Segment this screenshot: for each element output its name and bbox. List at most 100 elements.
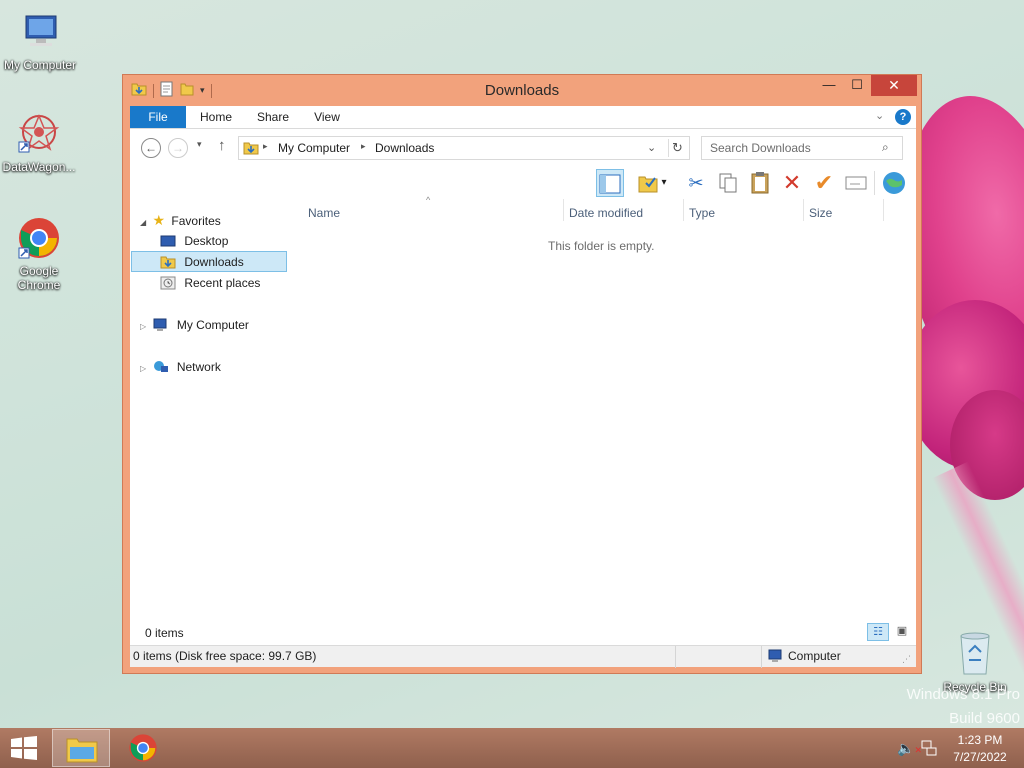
column-header-name[interactable]: Name: [308, 203, 340, 223]
column-header-type[interactable]: Type: [689, 203, 715, 223]
toolbar-divider: [874, 171, 875, 195]
tray-time[interactable]: 1:23 PM: [940, 733, 1020, 747]
taskbar: 🔈✕ 1:23 PM 7/27/2022: [0, 728, 1024, 768]
ribbon-tab-bar: File Home Share View ⌄ ?: [130, 106, 916, 129]
column-divider[interactable]: [563, 199, 564, 221]
datawagon-icon: [17, 112, 61, 156]
details-bar: 0 items ☷ ▣: [130, 619, 916, 645]
search-input[interactable]: Search Downloads: [710, 141, 811, 155]
column-divider[interactable]: [883, 199, 884, 221]
nav-my-computer[interactable]: ▷ My Computer: [140, 315, 249, 336]
nav-downloads-label: Downloads: [184, 255, 244, 269]
resize-grip-icon[interactable]: ⋰: [902, 654, 911, 665]
search-box[interactable]: Search Downloads ⌕: [701, 136, 903, 160]
column-divider[interactable]: [803, 199, 804, 221]
chrome-icon: [17, 216, 61, 260]
rename-checkmark-icon[interactable]: ✔: [810, 169, 838, 197]
nav-favorites[interactable]: ◢ ★ Favorites: [140, 210, 221, 231]
nav-network-label: Network: [176, 360, 221, 374]
help-icon[interactable]: ?: [895, 109, 911, 125]
tab-home[interactable]: Home: [190, 106, 242, 128]
taskbar-file-explorer[interactable]: [52, 729, 110, 767]
forward-button[interactable]: →: [168, 138, 188, 158]
column-header-size[interactable]: Size: [809, 203, 832, 223]
preview-pane-icon[interactable]: [596, 169, 624, 197]
column-divider[interactable]: [683, 199, 684, 221]
maximize-button[interactable]: ☐: [843, 75, 871, 96]
cut-icon[interactable]: ✂: [682, 169, 710, 197]
expanded-arrow-icon[interactable]: ◢: [140, 218, 146, 227]
status-text: 0 items (Disk free space: 99.7 GB): [133, 649, 317, 663]
os-watermark-edition: Windows 8.1 Pro: [906, 686, 1020, 703]
desktop-icon-my-computer[interactable]: My Computer: [0, 10, 80, 72]
computer-icon: [768, 649, 784, 666]
address-history-dropdown-icon[interactable]: ⌄: [647, 141, 656, 154]
status-bar: 0 items (Disk free space: 99.7 GB) Compu…: [130, 645, 916, 668]
breadcrumb-my-computer[interactable]: My Computer: [278, 141, 350, 155]
content-area: ◢ ★ Favorites Desktop Downloads Recent p…: [130, 195, 916, 641]
large-icons-view-icon[interactable]: ▣: [893, 623, 911, 641]
details-view-icon[interactable]: ☷: [867, 623, 889, 641]
nav-my-computer-label: My Computer: [176, 318, 249, 332]
nav-favorites-label: Favorites: [171, 214, 221, 228]
copy-icon[interactable]: [714, 169, 742, 197]
taskbar-chrome[interactable]: [124, 729, 162, 767]
windows-logo-icon: [11, 736, 37, 760]
tab-view[interactable]: View: [304, 106, 350, 128]
status-divider: [675, 646, 676, 668]
desktop-icon-label: DataWagon...: [2, 160, 76, 174]
network-tray-icon[interactable]: [921, 740, 937, 759]
delete-icon[interactable]: ✕: [778, 169, 806, 197]
collapsed-arrow-icon[interactable]: ▷: [140, 364, 146, 373]
close-button[interactable]: ✕: [871, 75, 917, 96]
navigation-bar: ← → ▾ ↑ ▸ My Computer ▸ Downloads ⌄ ↻ Se…: [130, 129, 916, 167]
breadcrumb-chevron-icon[interactable]: ▸: [361, 141, 366, 152]
volume-muted-icon[interactable]: 🔈✕: [897, 740, 922, 757]
nav-downloads[interactable]: Downloads: [131, 251, 287, 272]
collapsed-arrow-icon[interactable]: ▷: [140, 322, 146, 331]
tab-share[interactable]: Share: [248, 106, 298, 128]
address-divider: [668, 139, 669, 157]
up-button[interactable]: ↑: [218, 137, 226, 154]
file-explorer-icon: [66, 738, 98, 763]
paste-icon[interactable]: [746, 169, 774, 197]
sort-ascending-icon: ^: [426, 195, 431, 205]
start-button[interactable]: [10, 736, 38, 763]
title-bar[interactable]: ▾ Downloads — ☐ ✕: [123, 75, 921, 105]
downloads-folder-icon: [160, 255, 176, 269]
desktop-icon-datawagon[interactable]: DataWagon...: [0, 112, 79, 174]
window-title: Downloads: [484, 82, 560, 99]
desktop-icon-recycle-bin[interactable]: Recycle Bin: [935, 630, 1015, 694]
recycle-bin-icon: [957, 630, 993, 676]
nav-network[interactable]: ▷ Network: [140, 357, 221, 378]
breadcrumb-chevron-icon[interactable]: ▸: [263, 141, 268, 152]
computer-icon: [18, 10, 62, 54]
status-zone: Computer: [788, 649, 841, 663]
rename-field-icon[interactable]: [842, 169, 870, 197]
downloads-folder-icon: [243, 140, 259, 159]
address-bar[interactable]: ▸ My Computer ▸ Downloads ⌄ ↻: [238, 136, 690, 160]
select-dropdown-icon[interactable]: ▾: [656, 169, 672, 197]
desktop-icon-label: My Computer: [3, 58, 77, 72]
breadcrumb-downloads[interactable]: Downloads: [375, 141, 434, 155]
back-button[interactable]: ←: [141, 138, 161, 158]
desktop-icon: [160, 234, 176, 248]
explorer-window: ▾ Downloads — ☐ ✕ File Home Share View ⌄…: [122, 74, 922, 674]
globe-icon[interactable]: [880, 169, 908, 197]
recent-locations-dropdown-icon[interactable]: ▾: [197, 139, 202, 150]
expand-ribbon-icon[interactable]: ⌄: [875, 109, 884, 122]
nav-recent-places[interactable]: Recent places: [160, 273, 260, 294]
search-icon[interactable]: ⌕: [882, 140, 889, 155]
nav-recent-places-label: Recent places: [184, 276, 261, 290]
empty-folder-message: This folder is empty.: [548, 239, 655, 253]
column-header-date-modified[interactable]: Date modified: [569, 203, 643, 223]
minimize-button[interactable]: —: [815, 75, 843, 96]
tray-date[interactable]: 7/27/2022: [940, 750, 1020, 764]
desktop-icon-google-chrome[interactable]: Google Chrome: [0, 216, 79, 292]
tab-file[interactable]: File: [130, 106, 186, 128]
nav-desktop[interactable]: Desktop: [160, 231, 228, 252]
star-icon: ★: [152, 212, 166, 228]
os-watermark-build: Build 9600: [949, 710, 1020, 727]
refresh-icon[interactable]: ↻: [672, 140, 683, 156]
item-count: 0 items: [145, 626, 184, 640]
